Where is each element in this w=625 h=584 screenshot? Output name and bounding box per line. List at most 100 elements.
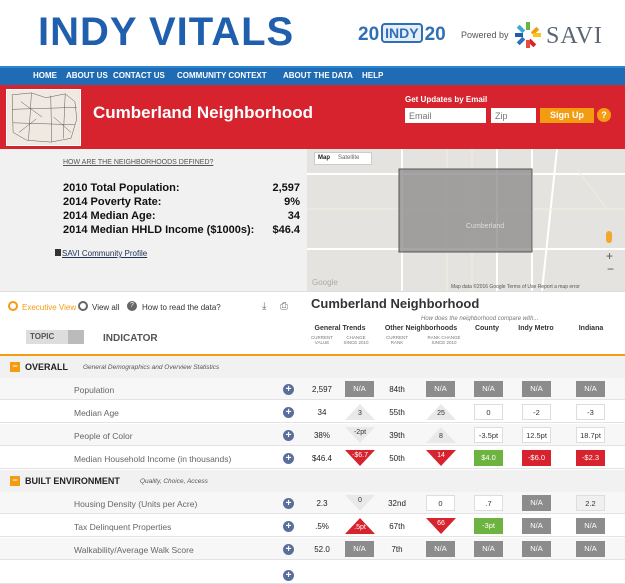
metro-cell: N/A	[522, 541, 551, 557]
section-subtitle: General Demographics and Overview Statis…	[83, 364, 220, 371]
indicator-label: Median Household Income (in thousands)	[74, 454, 232, 464]
indicator-label: Walkability/Average Walk Score	[74, 545, 194, 555]
site-logo[interactable]: INDY VITALS	[38, 10, 294, 55]
rank-change-value: 8	[439, 433, 443, 440]
expand-plus-icon[interactable]: +	[283, 570, 294, 581]
nav-contact-us[interactable]: CONTACT US	[113, 71, 165, 80]
rank-change-cell: N/A	[426, 541, 455, 557]
current-value: 2,597	[311, 385, 333, 394]
other-neighborhoods-header: Other Neighborhoods	[384, 325, 458, 332]
map-tab-map[interactable]: Map	[318, 155, 330, 161]
help-icon[interactable]: ?	[597, 108, 611, 122]
stat-value-income: $46.4	[272, 224, 300, 236]
indiana-cell: N/A	[576, 541, 605, 557]
indiana-cell: N/A	[576, 518, 605, 534]
how-to-read-link[interactable]: How to read the data?	[142, 303, 221, 312]
expand-plus-icon[interactable]: +	[283, 407, 294, 418]
rank-change-value: 14	[437, 452, 445, 459]
collapse-icon[interactable]: −	[10, 476, 20, 486]
change-value: .5pt	[354, 524, 366, 531]
chevron-down-icon	[68, 330, 84, 344]
map-area-label: Cumberland	[466, 223, 505, 230]
executive-view-option[interactable]: Executive View	[22, 303, 76, 312]
nav-home[interactable]: HOME	[33, 71, 57, 80]
signup-button[interactable]: Sign Up	[540, 108, 594, 123]
current-value: .5%	[315, 522, 329, 531]
nav-about-us[interactable]: ABOUT US	[66, 71, 108, 80]
current-rank: 67th	[389, 522, 405, 531]
expand-plus-icon[interactable]: +	[283, 430, 294, 441]
indicator-label: People of Color	[74, 431, 133, 441]
view-all-radio-icon[interactable]	[78, 301, 88, 311]
change-cell: N/A	[345, 381, 374, 397]
email-updates-label: Get Updates by Email	[405, 95, 488, 104]
expand-plus-icon[interactable]: +	[283, 521, 294, 532]
county-cell: N/A	[474, 541, 503, 557]
download-icon[interactable]: ⤓	[262, 301, 266, 312]
savi-pinwheel-icon	[515, 22, 541, 48]
map-footer[interactable]: Map data ©2016 Google Terms of Use Repor…	[451, 284, 580, 290]
savi-profile-link[interactable]: SAVI Community Profile	[62, 249, 147, 258]
county-cell: -3pt	[474, 518, 503, 534]
indy-metro-header: Indy Metro	[518, 325, 554, 332]
executive-view-radio-icon[interactable]	[8, 301, 18, 311]
indiana-cell: 2.2	[576, 495, 605, 511]
map-type-tabs[interactable]: Map Satellite	[314, 152, 372, 165]
neighborhoods-defined-link[interactable]: HOW ARE THE NEIGHBORHOODS DEFINED?	[63, 159, 213, 166]
section-overall[interactable]: − OVERALL General Demographics and Overv…	[0, 356, 625, 378]
stat-label-poverty: 2014 Poverty Rate:	[63, 196, 162, 208]
savi-logo-text[interactable]: SAVI	[546, 23, 603, 50]
street-view-pegman-icon[interactable]	[606, 231, 612, 243]
change-since-subheader: CHANGE SINCE 2010	[343, 335, 369, 345]
zoom-in-button[interactable]: +	[606, 249, 613, 263]
nav-community-context[interactable]: COMMUNITY CONTEXT	[177, 71, 267, 80]
indiana-cell: N/A	[576, 381, 605, 397]
county-cell: 0	[474, 404, 503, 420]
neighborhood-title: Cumberland Neighborhood	[93, 103, 314, 122]
topic-dropdown[interactable]: TOPIC	[26, 330, 84, 344]
indicator-label: Median Age	[74, 408, 119, 418]
current-rank: 7th	[391, 545, 403, 554]
data-section-title: Cumberland Neighborhood	[311, 296, 480, 311]
county-cell: $4.0	[474, 450, 503, 466]
indiana-header: Indiana	[578, 325, 604, 332]
section-built-environment[interactable]: − BUILT ENVIRONMENT Quality, Choice, Acc…	[0, 470, 625, 492]
neighborhood-map[interactable]	[307, 149, 625, 291]
change-value: 0	[358, 497, 362, 504]
table-row-partial	[0, 561, 625, 584]
current-value: 38%	[313, 431, 330, 440]
current-value: $46.4	[311, 454, 333, 463]
view-all-option[interactable]: View all	[92, 303, 119, 312]
section-title: OVERALL	[25, 362, 69, 372]
expand-plus-icon[interactable]: +	[283, 544, 294, 555]
stat-value-population: 2,597	[272, 182, 300, 194]
zoom-out-button[interactable]: −	[607, 262, 614, 276]
stat-label-income: 2014 Median HHLD Income ($1000s):	[63, 224, 255, 236]
general-trends-header: General Trends	[314, 325, 366, 332]
print-icon[interactable]: ⎙	[280, 301, 288, 312]
nav-help[interactable]: HELP	[362, 71, 383, 80]
current-value-subheader: CURRENT VALUE	[311, 335, 333, 345]
stat-label-median-age: 2014 Median Age:	[63, 210, 156, 222]
expand-plus-icon[interactable]: +	[283, 453, 294, 464]
profile-doc-icon	[55, 249, 61, 256]
change-value: 3	[358, 410, 362, 417]
metro-cell: N/A	[522, 381, 551, 397]
email-field[interactable]	[405, 108, 486, 123]
question-icon[interactable]: ?	[127, 301, 137, 311]
collapse-icon[interactable]: −	[10, 362, 20, 372]
neighborhood-map-thumbnail[interactable]	[6, 89, 81, 146]
indy2020-logo[interactable]: 20 INDY 20	[358, 23, 446, 46]
map-tab-satellite[interactable]: Satellite	[338, 155, 359, 161]
zip-field[interactable]	[491, 108, 536, 123]
current-value: 34	[317, 408, 327, 417]
nav-about-the-data[interactable]: ABOUT THE DATA	[283, 71, 353, 80]
expand-plus-icon[interactable]: +	[283, 384, 294, 395]
expand-plus-icon[interactable]: +	[283, 498, 294, 509]
rank-change-subheader: RANK CHANGE SINCE 2010	[427, 335, 461, 345]
current-rank: 55th	[389, 408, 405, 417]
indy20-box: INDY	[381, 23, 423, 43]
indicator-column-header: INDICATOR	[103, 333, 158, 344]
current-rank: 50th	[389, 454, 405, 463]
stat-value-median-age: 34	[287, 210, 300, 222]
